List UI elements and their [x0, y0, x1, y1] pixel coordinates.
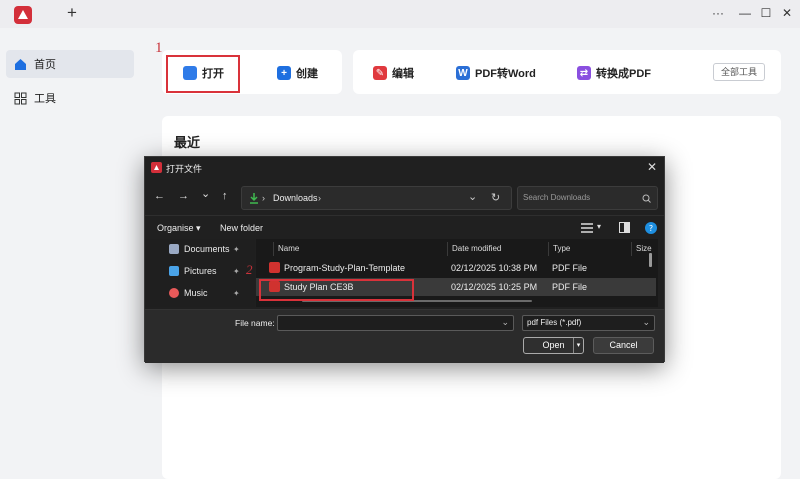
file-type: PDF File — [552, 282, 588, 292]
breadcrumb-separator: › — [262, 193, 265, 203]
search-placeholder: Search Downloads — [523, 193, 591, 202]
sidebar-item-label: 工具 — [34, 93, 56, 105]
music-icon — [169, 288, 179, 298]
sidebar-item-label: 首页 — [34, 59, 56, 71]
refresh-icon[interactable]: ↻ — [491, 191, 500, 204]
search-input[interactable]: Search Downloads — [517, 186, 658, 210]
download-icon — [250, 193, 258, 204]
minimize-button[interactable]: — — [736, 4, 754, 22]
grid-icon — [14, 92, 27, 104]
file-highlight-box — [259, 279, 414, 301]
breadcrumb-separator: › — [318, 193, 321, 203]
address-path: Downloads — [273, 193, 318, 203]
address-bar[interactable]: › Downloads › ⌄ ↻ — [241, 186, 512, 210]
home-icon — [15, 58, 26, 70]
preview-pane-icon[interactable] — [619, 222, 630, 233]
table-row[interactable]: Program-Study-Plan-Template 02/12/2025 1… — [256, 259, 656, 277]
open-highlight-box — [166, 55, 240, 93]
close-button[interactable]: ✕ — [778, 4, 796, 22]
pen-icon: ✎ — [373, 66, 387, 80]
dialog-close-button[interactable]: ✕ — [647, 160, 657, 174]
dialog-title: 打开文件 — [166, 164, 203, 174]
create-label: 创建 — [296, 68, 318, 80]
nav-item-label: Music — [184, 288, 208, 298]
pdf-file-icon — [269, 262, 280, 273]
column-header-name[interactable]: Name — [273, 242, 448, 256]
file-type: PDF File — [552, 263, 588, 273]
address-dropdown-icon[interactable]: ⌄ — [468, 190, 477, 203]
new-folder-button[interactable]: New folder — [220, 223, 263, 233]
word-icon: W — [456, 66, 470, 80]
sidebar-item-tools[interactable]: 工具 — [6, 84, 134, 112]
nav-item-music[interactable]: Music ✦ — [169, 285, 240, 301]
all-tools-button[interactable]: 全部工具 — [713, 63, 765, 81]
file-type-select[interactable]: pdf Files (*.pdf) ⌄ — [522, 315, 655, 331]
pin-icon: ✦ — [233, 266, 240, 276]
forward-button[interactable]: → — [178, 190, 189, 202]
convert-to-pdf-button[interactable]: ⇄ 转换成PDF — [577, 65, 651, 81]
view-list-icon[interactable] — [581, 223, 593, 233]
nav-item-documents[interactable]: Documents ✦ — [169, 241, 240, 257]
cancel-button[interactable]: Cancel — [593, 337, 654, 354]
app-logo-icon — [151, 162, 162, 173]
open-file-dialog: 打开文件 ✕ ← → ⌄ ↑ › Downloads › ⌄ ↻ Search … — [144, 156, 665, 363]
maximize-button[interactable]: ☐ — [757, 4, 775, 22]
help-icon[interactable]: ? — [645, 222, 657, 234]
dialog-navigation-pane: Documents ✦ Pictures ✦ Music ✦ — [145, 239, 255, 307]
file-type-dropdown-icon[interactable]: ⌄ — [642, 317, 650, 328]
step-2-annotation: 2 — [246, 262, 253, 277]
view-dropdown-icon[interactable]: ▾ — [597, 222, 601, 231]
vertical-scrollbar[interactable] — [649, 253, 652, 267]
svg-text:?: ? — [649, 224, 653, 233]
column-header-type[interactable]: Type — [548, 242, 631, 256]
nav-item-pictures[interactable]: Pictures ✦ — [169, 263, 240, 279]
open-split-dropdown-icon[interactable]: ▾ — [573, 338, 583, 353]
edit-button[interactable]: ✎ 编辑 — [373, 65, 414, 81]
pdf-to-word-button[interactable]: W PDF转Word — [456, 65, 536, 81]
organise-menu[interactable]: Organise ▾ — [157, 223, 201, 234]
open-dialog-label: Open — [542, 340, 565, 350]
column-header-date[interactable]: Date modified — [447, 242, 547, 256]
pdf-to-word-label: PDF转Word — [475, 68, 536, 80]
file-name-dropdown-icon[interactable]: ⌄ — [501, 317, 509, 328]
file-type-value: pdf Files (*.pdf) — [527, 318, 582, 327]
convert-to-pdf-label: 转换成PDF — [596, 68, 651, 80]
open-dialog-button[interactable]: Open ▾ — [523, 337, 584, 354]
file-name: Program-Study-Plan-Template — [284, 263, 406, 273]
recent-title: 最近 — [174, 135, 201, 150]
file-date: 02/12/2025 10:25 PM — [451, 282, 538, 292]
pictures-icon — [169, 266, 179, 276]
column-header-size[interactable]: Size — [631, 242, 656, 256]
dialog-footer: File name: ⌄ pdf Files (*.pdf) ⌄ Open ▾ … — [145, 309, 664, 363]
title-bar: + ··· — ☐ ✕ — [0, 0, 800, 28]
recent-locations-button[interactable]: ⌄ — [201, 187, 210, 200]
plus-icon: + — [277, 66, 291, 80]
dialog-command-bar: Organise ▾ New folder ▾ ? — [145, 215, 664, 239]
nav-item-label: Documents — [184, 244, 230, 254]
dialog-navigation-bar: ← → ⌄ ↑ › Downloads › ⌄ ↻ Search Downloa… — [145, 181, 664, 213]
sidebar-item-home[interactable]: 首页 — [6, 50, 134, 78]
file-name-input[interactable]: ⌄ — [277, 315, 514, 331]
step-1-annotation: 1 — [155, 40, 163, 56]
more-options-icon[interactable]: ··· — [709, 4, 727, 22]
file-name-label: File name: — [235, 318, 275, 328]
edit-label: 编辑 — [392, 68, 414, 80]
search-icon — [642, 194, 651, 203]
create-button[interactable]: + 创建 — [277, 65, 318, 81]
convert-icon: ⇄ — [577, 66, 591, 80]
pin-icon: ✦ — [233, 244, 240, 254]
file-date: 02/12/2025 10:38 PM — [451, 263, 538, 273]
dialog-title-bar: 打开文件 ✕ — [145, 157, 664, 179]
new-tab-button[interactable]: + — [64, 4, 80, 22]
documents-icon — [169, 244, 179, 254]
app-logo-icon — [14, 6, 32, 24]
nav-item-label: Pictures — [184, 266, 217, 276]
pin-icon: ✦ — [233, 288, 240, 298]
back-button[interactable]: ← — [154, 190, 165, 202]
sidebar: 首页 工具 — [0, 28, 150, 479]
up-button[interactable]: ↑ — [222, 190, 228, 202]
